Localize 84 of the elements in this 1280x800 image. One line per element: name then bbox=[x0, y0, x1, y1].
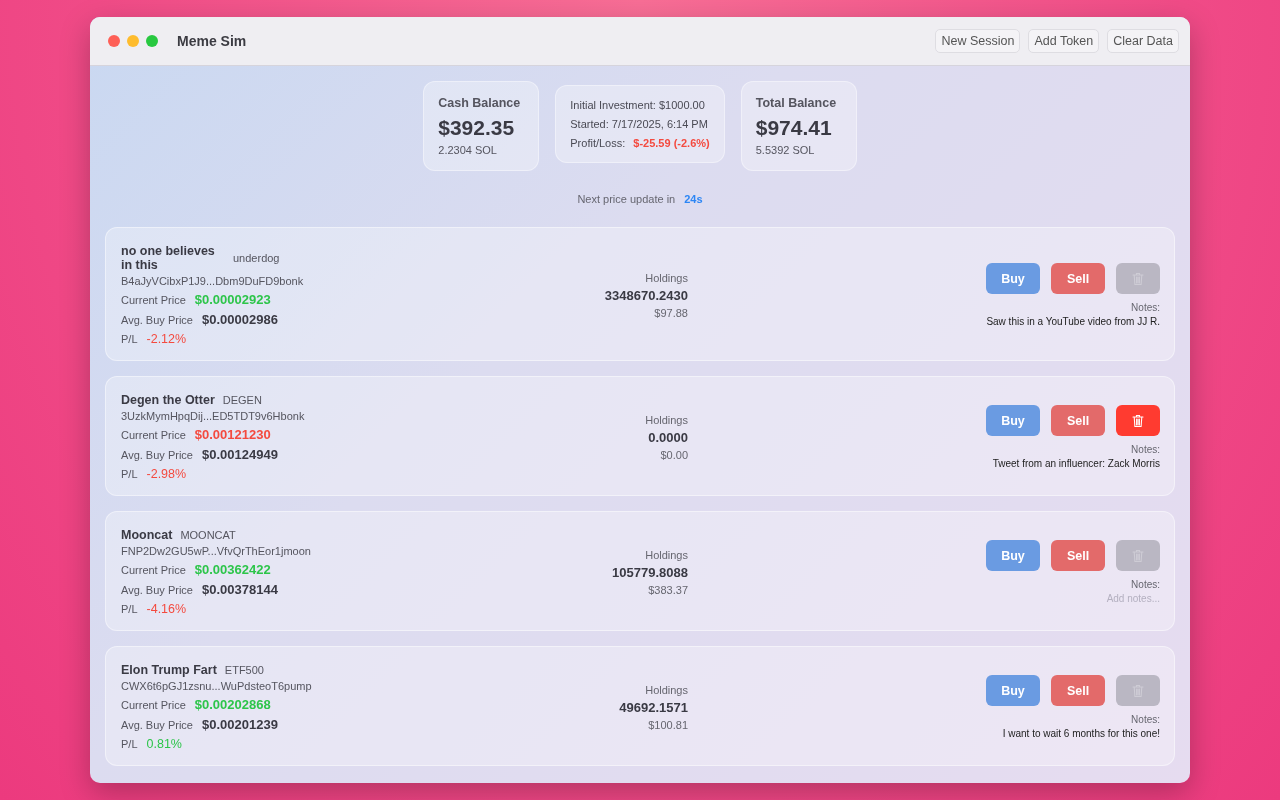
holdings-amount: 3348670.2430 bbox=[604, 287, 688, 303]
notes-label: Notes: bbox=[1131, 714, 1160, 725]
notes-field[interactable]: Tweet from an influencer: Zack Morris bbox=[992, 458, 1160, 469]
card-label: Cash Balance bbox=[438, 96, 522, 110]
zoom-icon[interactable] bbox=[146, 35, 158, 47]
holdings-amount: 105779.8088 bbox=[612, 564, 688, 580]
price-label: Avg. Buy Price bbox=[121, 314, 193, 326]
holdings-value: $100.81 bbox=[648, 718, 688, 731]
holdings-value: $0.00 bbox=[660, 448, 688, 461]
pl-label: P/L bbox=[121, 738, 138, 750]
current-price: $0.00202868 bbox=[194, 697, 271, 712]
delete-button[interactable] bbox=[1116, 405, 1160, 436]
holdings-value: $383.37 bbox=[648, 583, 688, 596]
avg-buy-price: $0.00002986 bbox=[201, 312, 278, 327]
sol-amount: 5.5392 SOL bbox=[755, 144, 816, 156]
avg-buy-price: $0.00378144 bbox=[201, 582, 278, 597]
price-label: Avg. Buy Price bbox=[121, 449, 193, 461]
holdings-label: Holdings bbox=[645, 271, 688, 284]
pl-label: P/L bbox=[121, 468, 138, 480]
buy-button[interactable]: Buy bbox=[986, 675, 1040, 706]
pl-percent: 0.81% bbox=[146, 737, 182, 751]
token-address: FNP2Dw2GU5wP...VfvQrThEor1jmoon bbox=[121, 545, 311, 557]
sell-button[interactable]: Sell bbox=[1051, 263, 1105, 294]
token-symbol: DEGEN bbox=[222, 394, 262, 406]
holdings-label: Holdings bbox=[645, 548, 688, 561]
current-price: $0.00002923 bbox=[194, 292, 271, 307]
notes-label: Notes: bbox=[1131, 444, 1160, 455]
sell-button[interactable]: Sell bbox=[1051, 405, 1105, 436]
token-name: Degen the Otter bbox=[121, 393, 215, 407]
holdings-amount: 49692.1571 bbox=[619, 699, 688, 715]
toolbar-button[interactable]: New Session bbox=[935, 29, 1021, 53]
price-label: Current Price bbox=[121, 564, 186, 576]
pl-percent: -2.98% bbox=[146, 467, 187, 481]
countdown: 24s bbox=[684, 193, 703, 205]
token-symbol: underdog bbox=[233, 252, 280, 264]
price-label: Avg. Buy Price bbox=[121, 719, 193, 731]
notes-field[interactable]: Saw this in a YouTube video from JJ R. bbox=[986, 316, 1160, 327]
price-label: Current Price bbox=[121, 294, 186, 306]
holdings-value: $97.88 bbox=[654, 306, 688, 319]
price-label: Current Price bbox=[121, 699, 186, 711]
sell-button[interactable]: Sell bbox=[1051, 675, 1105, 706]
start-time: Started: 7/17/2025, 6:14 PM bbox=[570, 118, 709, 130]
pl-percent: -2.12% bbox=[146, 332, 187, 346]
toolbar-button[interactable]: Add Token bbox=[1028, 29, 1100, 53]
price-label: Current Price bbox=[121, 429, 186, 441]
window-title: Meme Sim bbox=[177, 33, 247, 49]
sell-button[interactable]: Sell bbox=[1051, 540, 1105, 571]
buy-button[interactable]: Buy bbox=[986, 540, 1040, 571]
token-name: Elon Trump Fart bbox=[121, 663, 217, 677]
token-address: CWX6t6pGJ1zsnu...WuPdsteoT6pump bbox=[121, 680, 312, 692]
token-name: Mooncat bbox=[121, 528, 173, 542]
profit-loss-value: $-25.59 (-2.6%) bbox=[633, 137, 710, 149]
initial-investment: Initial Investment: $1000.00 bbox=[570, 99, 706, 111]
sol-amount: 2.2304 SOL bbox=[438, 144, 498, 156]
balance-amount: $974.41 bbox=[755, 116, 833, 140]
notes-label: Notes: bbox=[1131, 579, 1160, 590]
notes-label: Notes: bbox=[1131, 302, 1160, 313]
avg-buy-price: $0.00124949 bbox=[201, 447, 278, 462]
pl-label: P/L bbox=[121, 333, 138, 345]
buy-button[interactable]: Buy bbox=[986, 405, 1040, 436]
token-address: B4aJyVCibxP1J9...Dbm9DuFD9bonk bbox=[121, 275, 304, 287]
trash-icon bbox=[1132, 413, 1144, 428]
current-price: $0.00121230 bbox=[194, 427, 271, 442]
pl-label: P/L bbox=[121, 603, 138, 615]
notes-field[interactable]: I want to wait 6 months for this one! bbox=[1002, 728, 1160, 739]
token-name: no one believes in this bbox=[121, 244, 216, 272]
holdings-label: Holdings bbox=[645, 413, 688, 426]
holdings-label: Holdings bbox=[645, 683, 688, 696]
toolbar-button[interactable]: Clear Data bbox=[1107, 29, 1179, 53]
profit-loss-label: Profit/Loss: bbox=[570, 137, 626, 149]
balance-amount: $392.35 bbox=[438, 116, 516, 140]
price-label: Avg. Buy Price bbox=[121, 584, 193, 596]
close-icon[interactable] bbox=[108, 35, 120, 47]
token-symbol: MOONCAT bbox=[180, 529, 236, 541]
buy-button[interactable]: Buy bbox=[986, 263, 1040, 294]
pl-percent: -4.16% bbox=[146, 602, 187, 616]
avg-buy-price: $0.00201239 bbox=[201, 717, 278, 732]
minimize-icon[interactable] bbox=[127, 35, 139, 47]
update-label: Next price update in bbox=[577, 193, 676, 205]
card-label: Total Balance bbox=[755, 96, 838, 110]
holdings-amount: 0.0000 bbox=[648, 429, 688, 445]
current-price: $0.00362422 bbox=[194, 562, 271, 577]
token-symbol: ETF500 bbox=[224, 664, 264, 676]
token-address: 3UzkMymHpqDij...ED5TDT9v6Hbonk bbox=[121, 410, 305, 422]
